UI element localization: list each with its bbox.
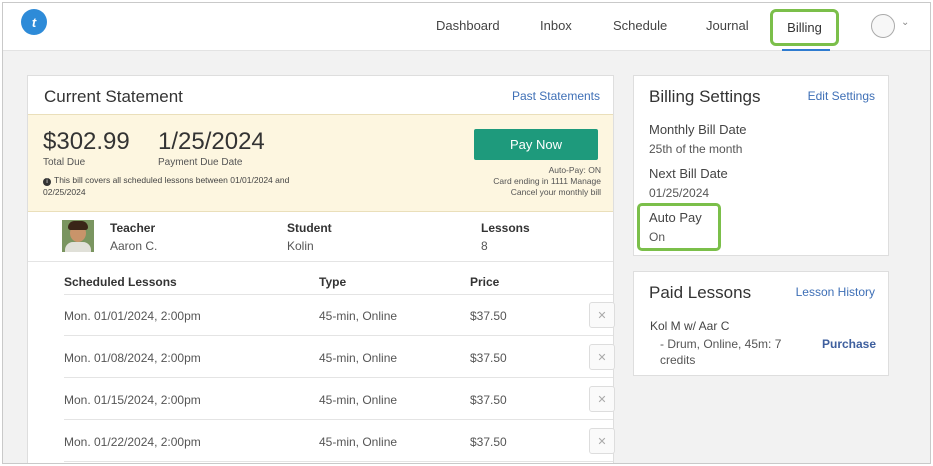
remove-lesson-button[interactable]: ✕ xyxy=(589,428,615,454)
nav-journal[interactable]: Journal xyxy=(706,18,749,33)
nav-schedule[interactable]: Schedule xyxy=(613,18,667,33)
paid-lessons-title: Paid Lessons xyxy=(649,283,752,302)
auto-pay-value: On xyxy=(649,230,666,244)
divider xyxy=(64,335,613,336)
lessons-count: 8 xyxy=(481,239,488,253)
autopay-info: Auto-Pay: ON Card ending in 1111 Manage … xyxy=(493,165,601,198)
top-navigation-bar: t Dashboard Inbox Schedule Journal Billi… xyxy=(3,3,930,51)
lesson-type: 45-min, Online xyxy=(319,351,398,365)
next-bill-date-label: Next Bill Date xyxy=(649,166,728,181)
paid-lesson-item-detail: - Drum, Online, 45m: 7 credits xyxy=(660,337,782,367)
billing-settings-card: Billing Settings Edit Settings Monthly B… xyxy=(633,75,889,256)
lesson-type: 45-min, Online xyxy=(319,393,398,407)
price-header: Price xyxy=(470,275,500,289)
lesson-date: Mon. 01/22/2024, 2:00pm xyxy=(64,435,201,449)
autopay-status: Auto-Pay: ON xyxy=(548,165,601,175)
paid-lessons-card: Paid Lessons Lesson History Kol M w/ Aar… xyxy=(633,271,889,376)
monthly-bill-date-value: 25th of the month xyxy=(649,142,743,156)
divider xyxy=(64,377,613,378)
student-name: Kolin xyxy=(287,239,314,253)
total-due-label: Total Due xyxy=(43,157,86,168)
nav-inbox[interactable]: Inbox xyxy=(540,18,572,33)
lesson-price: $37.50 xyxy=(470,435,507,449)
next-bill-date-value: 01/25/2024 xyxy=(649,186,710,200)
cancel-bill-link[interactable]: Cancel your monthly bill xyxy=(493,187,601,198)
billing-settings-title: Billing Settings xyxy=(649,87,761,106)
divider xyxy=(64,461,613,462)
lesson-date: Mon. 01/15/2024, 2:00pm xyxy=(64,393,201,407)
nav-dashboard[interactable]: Dashboard xyxy=(436,18,500,33)
type-header: Type xyxy=(319,275,347,289)
total-due-amount: $302.99 xyxy=(43,128,130,155)
teacher-name: Aaron C. xyxy=(110,239,158,253)
auto-pay-label: Auto Pay xyxy=(649,210,702,225)
lesson-date: Mon. 01/08/2024, 2:00pm xyxy=(64,351,201,365)
lesson-type: 45-min, Online xyxy=(319,435,398,449)
payment-due-date: 1/25/2024 xyxy=(158,128,265,155)
remove-lesson-button[interactable]: ✕ xyxy=(589,386,615,412)
chevron-down-icon[interactable]: ⌄ xyxy=(901,17,909,28)
paid-lesson-item-title: Kol M w/ Aar C xyxy=(650,319,730,333)
remove-lesson-button[interactable]: ✕ xyxy=(589,302,615,328)
lesson-history-link[interactable]: Lesson History xyxy=(796,285,875,299)
lessons-heading: Lessons xyxy=(481,221,530,235)
current-statement-card: Current Statement Past Statements $302.9… xyxy=(27,75,615,463)
app-window: t Dashboard Inbox Schedule Journal Billi… xyxy=(2,2,931,464)
lesson-price: $37.50 xyxy=(470,351,507,365)
lesson-type: 45-min, Online xyxy=(319,309,398,323)
billing-period-note: i This bill covers all scheduled lessons … xyxy=(43,175,290,197)
payment-due-date-label: Payment Due Date xyxy=(158,157,243,168)
scheduled-lessons-header: Scheduled Lessons xyxy=(64,275,177,289)
active-tab-indicator xyxy=(782,49,830,51)
info-icon: i xyxy=(43,178,51,186)
divider xyxy=(64,419,613,420)
amount-due-panel: $302.99 Total Due 1/25/2024 Payment Due … xyxy=(28,114,613,212)
lesson-price: $37.50 xyxy=(470,309,507,323)
lesson-date: Mon. 01/01/2024, 2:00pm xyxy=(64,309,201,323)
student-heading: Student xyxy=(287,221,332,235)
statement-title: Current Statement xyxy=(44,87,183,106)
purchase-link[interactable]: Purchase xyxy=(822,337,876,351)
past-statements-link[interactable]: Past Statements xyxy=(512,89,600,103)
remove-lesson-button[interactable]: ✕ xyxy=(589,344,615,370)
edit-settings-link[interactable]: Edit Settings xyxy=(808,89,875,103)
teacher-heading: Teacher xyxy=(110,221,156,235)
teacher-avatar xyxy=(62,220,94,252)
nav-billing[interactable]: Billing xyxy=(770,9,839,46)
app-logo-icon[interactable]: t xyxy=(21,9,47,35)
divider xyxy=(28,261,613,262)
divider xyxy=(64,294,613,295)
card-manage-link[interactable]: Card ending in 1111 Manage xyxy=(493,176,601,187)
user-avatar[interactable] xyxy=(871,14,895,38)
monthly-bill-date-label: Monthly Bill Date xyxy=(649,122,747,137)
pay-now-button[interactable]: Pay Now xyxy=(474,129,598,160)
lesson-price: $37.50 xyxy=(470,393,507,407)
